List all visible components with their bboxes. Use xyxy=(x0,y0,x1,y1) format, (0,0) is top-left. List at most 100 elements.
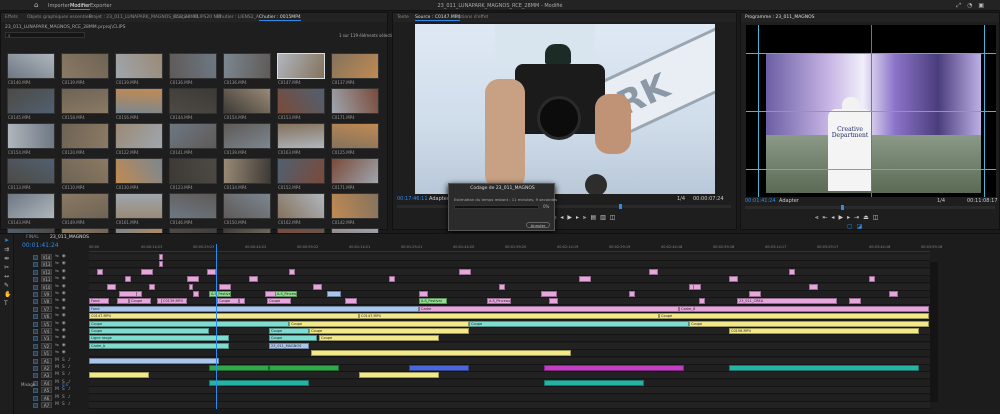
clip-thumbnail[interactable]: C0134.MP4 xyxy=(223,158,271,191)
lock-icon[interactable] xyxy=(33,366,38,371)
timeline-clip[interactable]: A.S_Pinceau xyxy=(487,298,511,305)
sync-icon[interactable]: ⇋ xyxy=(55,306,62,311)
lock-icon[interactable] xyxy=(33,395,38,401)
bell-icon[interactable]: ◔ xyxy=(967,2,978,9)
timeline-clip[interactable]: Cadre_b xyxy=(89,342,229,349)
timeline-clip[interactable] xyxy=(689,283,694,290)
timeline-clip[interactable] xyxy=(207,268,216,275)
source-fit-select[interactable]: Adapter xyxy=(429,196,449,202)
timeline-clip[interactable]: Coupe xyxy=(89,320,289,327)
text-tool-icon[interactable]: T xyxy=(4,301,10,307)
track-name[interactable]: V12 xyxy=(41,268,52,275)
sync-icon[interactable]: ⇋ xyxy=(55,254,62,259)
timeline-clip[interactable] xyxy=(97,268,103,275)
sync-icon[interactable]: ⇋ xyxy=(55,284,62,289)
timeline-clip[interactable] xyxy=(629,291,635,297)
mic-icon[interactable]: ♪ xyxy=(68,358,74,363)
eye-icon[interactable]: ◉ xyxy=(62,254,69,259)
timeline-clip[interactable] xyxy=(189,283,193,290)
clip-thumbnail[interactable]: C0147.MP4 xyxy=(277,53,325,86)
track-name[interactable]: V4 xyxy=(41,328,52,334)
sync-icon[interactable]: ⇋ xyxy=(55,276,62,281)
tab-text[interactable]: Texte xyxy=(397,15,409,20)
timeline-clip[interactable] xyxy=(699,298,705,305)
sync-icon[interactable]: ⇋ xyxy=(55,291,62,296)
sync-icon[interactable]: ⇋ xyxy=(55,335,62,340)
timeline-clip[interactable] xyxy=(269,365,339,371)
timeline-clip[interactable]: Fond xyxy=(89,298,109,305)
timeline-clip[interactable]: A.S_Festival xyxy=(209,291,231,297)
lock-icon[interactable] xyxy=(33,358,38,364)
track-name[interactable]: V11 xyxy=(41,276,52,283)
timeline-clip[interactable] xyxy=(149,283,155,290)
lock-icon[interactable] xyxy=(33,292,38,297)
timeline-clip[interactable]: Coupe xyxy=(269,328,309,334)
timeline-clip[interactable] xyxy=(729,365,919,371)
timeline-clip[interactable]: Fond xyxy=(89,305,419,312)
tab-final[interactable]: FINAL xyxy=(26,235,39,240)
razor-tool-icon[interactable]: ✂ xyxy=(4,265,10,271)
timeline-clip[interactable] xyxy=(327,291,341,297)
tab-sequence[interactable]: 23_011_MAGNOS xyxy=(50,235,89,240)
track-name[interactable]: V10 xyxy=(41,283,52,290)
track-name[interactable]: A2 xyxy=(41,365,52,371)
eye-icon[interactable]: ◉ xyxy=(62,284,69,289)
mute-icon[interactable]: M xyxy=(55,358,62,363)
source-playhead[interactable] xyxy=(619,204,622,209)
track-name[interactable]: A1 xyxy=(41,357,52,364)
lock-icon[interactable] xyxy=(33,306,38,312)
sync-icon[interactable]: ⇋ xyxy=(55,350,62,355)
timeline-clip[interactable] xyxy=(119,291,137,297)
export-frame-icon[interactable]: ◫ xyxy=(610,214,620,221)
clip-thumbnail[interactable]: C0163.MP4 xyxy=(277,123,325,156)
tab-effect-options[interactable]: Options d'effet xyxy=(455,15,488,20)
track-name[interactable]: A7 xyxy=(41,402,52,408)
timeline-clip[interactable] xyxy=(889,291,898,297)
timeline-clip[interactable] xyxy=(729,276,738,283)
lock-icon[interactable] xyxy=(33,336,38,342)
timeline-clip[interactable] xyxy=(89,372,149,379)
selection-tool-icon[interactable]: ➤ xyxy=(4,238,10,244)
timeline-clip[interactable]: C0147.MP4 xyxy=(89,313,359,320)
timeline-clip[interactable] xyxy=(159,254,163,260)
clip-thumbnail[interactable]: C0130.MP4 xyxy=(115,158,163,191)
play-icon[interactable]: ▶ xyxy=(567,214,576,221)
lock-icon[interactable] xyxy=(33,403,38,408)
track-name[interactable]: V5 xyxy=(41,320,52,327)
source-timecode-in[interactable]: 00:17:46:11 xyxy=(397,196,428,202)
timeline-clip[interactable] xyxy=(544,379,644,386)
clip-thumbnail[interactable]: C0149.MP4 xyxy=(61,193,109,226)
timeline-clip[interactable]: A.S_Pinceau xyxy=(275,291,297,297)
track-name[interactable]: A6 xyxy=(41,394,52,401)
track-name[interactable]: V13 xyxy=(41,261,52,268)
program-playhead[interactable] xyxy=(841,205,844,210)
timeline-clip[interactable]: Ligne rouge xyxy=(89,335,229,342)
track-name[interactable]: V1 xyxy=(41,350,52,357)
lock-icon[interactable] xyxy=(33,284,38,290)
timeline-clip[interactable] xyxy=(409,365,469,371)
timeline-clip[interactable] xyxy=(544,365,684,371)
tab-bin-active[interactable]: Chutier : 0015MP4 xyxy=(259,15,301,21)
track-name[interactable]: V8 xyxy=(41,298,52,305)
timeline-clip[interactable]: Coupe xyxy=(129,298,151,305)
tab-bin-links[interactable]: Chutier : LIENS2_A xyxy=(217,15,259,20)
hand-tool-icon[interactable]: ✋ xyxy=(4,292,11,298)
lock-icon[interactable] xyxy=(33,351,38,357)
clip-thumbnail[interactable]: C0136.MP4 xyxy=(223,53,271,86)
clip-thumbnail[interactable]: C0141.MP4 xyxy=(169,123,217,156)
lock-icon[interactable] xyxy=(33,255,38,260)
clip-thumbnail[interactable]: C0152.MP4 xyxy=(277,158,325,191)
timeline-clip[interactable]: Coupe xyxy=(309,328,469,334)
sync-icon[interactable]: ⇋ xyxy=(55,313,62,318)
timeline-playhead[interactable] xyxy=(216,244,217,409)
sync-icon[interactable]: ⇋ xyxy=(55,343,62,348)
workspace-icon[interactable]: ▣ xyxy=(978,2,990,9)
safe-margins-icon[interactable]: ▢ xyxy=(847,223,857,230)
track-name[interactable]: V3 xyxy=(41,335,52,342)
lock-icon[interactable] xyxy=(33,269,38,275)
timeline-clip[interactable] xyxy=(389,276,395,283)
overwrite-icon[interactable]: ▥ xyxy=(600,214,610,221)
clip-thumbnail[interactable]: C0122.MP4 xyxy=(115,123,163,156)
lock-icon[interactable] xyxy=(33,314,38,320)
eye-icon[interactable]: ◉ xyxy=(62,298,69,303)
